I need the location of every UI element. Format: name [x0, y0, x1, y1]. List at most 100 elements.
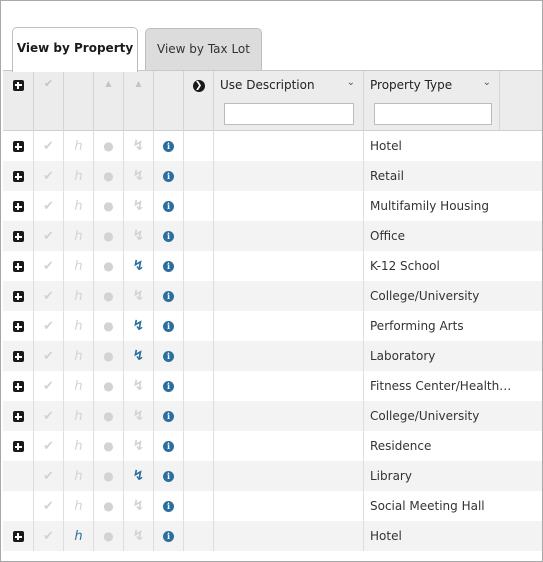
expand-row-icon[interactable] — [12, 321, 24, 332]
comment-icon[interactable]: ● — [103, 259, 113, 273]
accessibility-cell[interactable]: ℎ — [64, 251, 94, 281]
sort-up-icon[interactable]: ▲ — [94, 79, 123, 88]
comment-cell[interactable]: ● — [94, 131, 124, 161]
bolt-cell[interactable]: ↯ — [124, 431, 154, 461]
bolt-cell[interactable]: ↯ — [124, 191, 154, 221]
expand-row-icon[interactable] — [12, 291, 24, 302]
expand-cell[interactable] — [3, 371, 34, 401]
select-cell[interactable]: ✔ — [34, 131, 64, 161]
expand-row-icon[interactable] — [12, 381, 24, 392]
lightning-bolt-icon[interactable]: ↯ — [133, 198, 145, 214]
accessibility-cell[interactable]: ℎ — [64, 131, 94, 161]
bolt-cell[interactable]: ↯ — [124, 131, 154, 161]
comment-icon[interactable]: ● — [103, 169, 113, 183]
table-row[interactable]: ✔ ℎ ● ↯ i Residence — [3, 431, 542, 461]
expand-cell[interactable] — [3, 281, 34, 311]
checkmark-icon[interactable]: ✔ — [43, 319, 54, 334]
accessibility-cell[interactable]: ℎ — [64, 491, 94, 521]
select-cell[interactable]: ✔ — [34, 431, 64, 461]
table-row[interactable]: ✔ ℎ ● ↯ i Office — [3, 221, 542, 251]
header-property-type[interactable]: Property Type ⌄ — [364, 71, 500, 131]
tab-view-by-property[interactable]: View by Property — [12, 27, 138, 72]
bolt-cell[interactable]: ↯ — [124, 491, 154, 521]
use-description-label[interactable]: Use Description — [220, 78, 315, 92]
info-circle-icon[interactable]: i — [163, 261, 174, 272]
accessibility-cell[interactable]: ℎ — [64, 401, 94, 431]
comment-icon[interactable]: ● — [103, 409, 113, 423]
info-circle-icon[interactable]: i — [163, 411, 174, 422]
lightning-bolt-icon[interactable]: ↯ — [133, 348, 145, 364]
use-description-filter-input[interactable] — [224, 103, 354, 125]
info-cell[interactable]: i — [154, 131, 184, 161]
header-select-all[interactable]: ✔ — [34, 71, 64, 131]
select-cell[interactable]: ✔ — [34, 281, 64, 311]
select-cell[interactable]: ✔ — [34, 221, 64, 251]
accessibility-icon[interactable]: ℎ — [74, 469, 82, 484]
lightning-bolt-icon[interactable]: ↯ — [133, 378, 145, 394]
checkmark-icon[interactable]: ✔ — [43, 289, 54, 304]
accessibility-icon[interactable]: ℎ — [74, 289, 82, 304]
select-cell[interactable]: ✔ — [34, 521, 64, 551]
table-row[interactable]: ✔ ℎ ● ↯ i K-12 School — [3, 251, 542, 281]
accessibility-cell[interactable]: ℎ — [64, 371, 94, 401]
info-circle-icon[interactable]: i — [163, 231, 174, 242]
info-cell[interactable]: i — [154, 461, 184, 491]
expand-cell[interactable] — [3, 431, 34, 461]
select-cell[interactable]: ✔ — [34, 371, 64, 401]
expand-row-icon[interactable] — [12, 441, 24, 452]
expand-cell[interactable] — [3, 221, 34, 251]
table-row[interactable]: ✔ ℎ ● ↯ i Performing Arts — [3, 311, 542, 341]
info-cell[interactable]: i — [154, 221, 184, 251]
info-cell[interactable]: i — [154, 191, 184, 221]
expand-row-icon[interactable] — [12, 171, 24, 182]
table-row[interactable]: ✔ ℎ ● ↯ i Hotel — [3, 521, 542, 551]
lightning-bolt-icon[interactable]: ↯ — [133, 318, 145, 334]
bolt-cell[interactable]: ↯ — [124, 521, 154, 551]
lightning-bolt-icon[interactable]: ↯ — [133, 528, 145, 544]
select-cell[interactable]: ✔ — [34, 311, 64, 341]
comment-icon[interactable]: ● — [103, 529, 113, 543]
comment-icon[interactable]: ● — [103, 439, 113, 453]
checkmark-icon[interactable]: ✔ — [43, 139, 54, 154]
comment-cell[interactable]: ● — [94, 521, 124, 551]
accessibility-icon[interactable]: ℎ — [74, 229, 82, 244]
table-row[interactable]: ✔ ℎ ● ↯ i College/University — [3, 401, 542, 431]
info-cell[interactable]: i — [154, 431, 184, 461]
bolt-cell[interactable]: ↯ — [124, 281, 154, 311]
comment-cell[interactable]: ● — [94, 431, 124, 461]
comment-icon[interactable]: ● — [103, 199, 113, 213]
chevron-down-icon[interactable]: ⌄ — [483, 77, 491, 88]
header-collapse-toggle[interactable]: ❯ — [184, 71, 214, 131]
expand-row-icon[interactable] — [12, 231, 24, 242]
bolt-cell[interactable]: ↯ — [124, 371, 154, 401]
info-cell[interactable]: i — [154, 281, 184, 311]
lightning-bolt-icon[interactable]: ↯ — [133, 438, 145, 454]
comment-cell[interactable]: ● — [94, 491, 124, 521]
checkmark-icon[interactable]: ✔ — [43, 349, 54, 364]
info-circle-icon[interactable]: i — [163, 321, 174, 332]
checkmark-icon[interactable]: ✔ — [43, 409, 54, 424]
comment-icon[interactable]: ● — [103, 289, 113, 303]
accessibility-icon[interactable]: ℎ — [74, 319, 82, 334]
info-circle-icon[interactable]: i — [163, 441, 174, 452]
info-cell[interactable]: i — [154, 251, 184, 281]
accessibility-icon[interactable]: ℎ — [74, 439, 82, 454]
accessibility-icon[interactable]: ℎ — [74, 199, 82, 214]
info-circle-icon[interactable]: i — [163, 141, 174, 152]
checkmark-icon[interactable]: ✔ — [43, 379, 54, 394]
table-row[interactable]: ✔ ℎ ● ↯ i College/University — [3, 281, 542, 311]
property-type-filter-input[interactable] — [374, 103, 492, 125]
expand-row-icon[interactable] — [12, 261, 24, 272]
accessibility-cell[interactable]: ℎ — [64, 521, 94, 551]
select-cell[interactable]: ✔ — [34, 341, 64, 371]
select-cell[interactable]: ✔ — [34, 191, 64, 221]
info-cell[interactable]: i — [154, 401, 184, 431]
header-col-sort-3[interactable]: ▲ — [124, 71, 154, 131]
expand-row-icon[interactable] — [12, 201, 24, 212]
table-row[interactable]: ✔ ℎ ● ↯ i Hotel — [3, 131, 542, 161]
select-cell[interactable]: ✔ — [34, 491, 64, 521]
accessibility-icon[interactable]: ℎ — [74, 379, 82, 394]
info-circle-icon[interactable]: i — [163, 531, 174, 542]
bolt-cell[interactable]: ↯ — [124, 341, 154, 371]
lightning-bolt-icon[interactable]: ↯ — [133, 498, 145, 514]
